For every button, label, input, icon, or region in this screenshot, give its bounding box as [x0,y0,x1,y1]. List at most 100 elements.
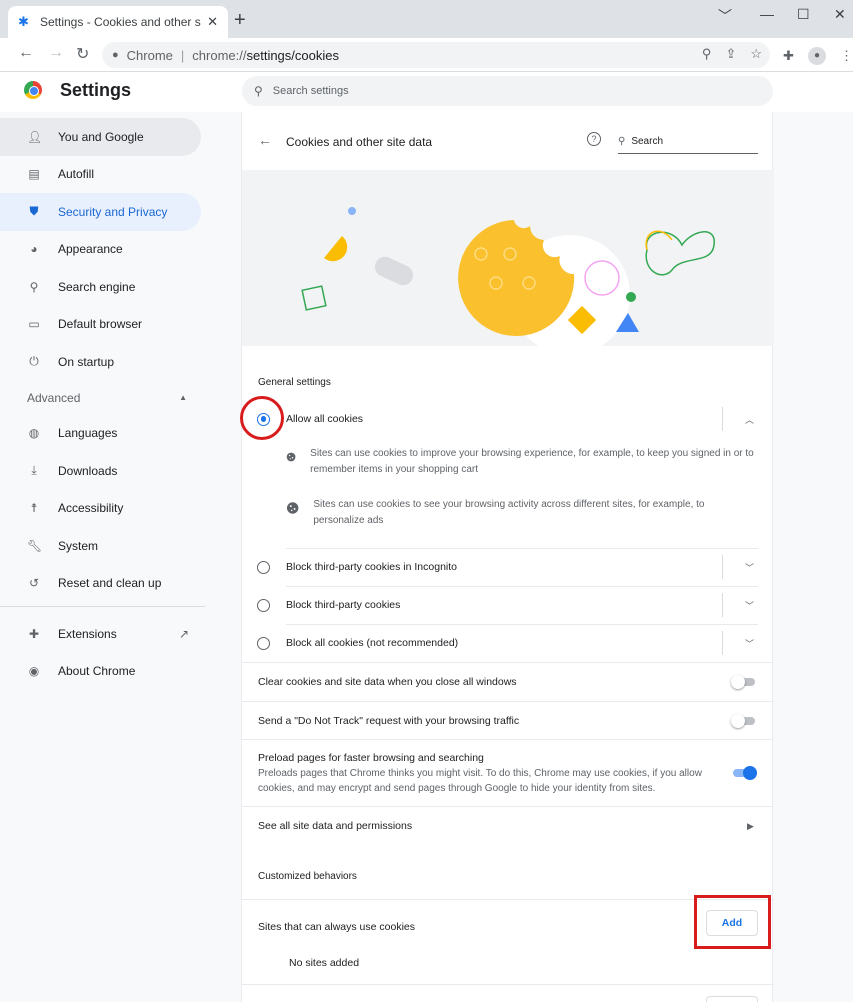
minimize-button[interactable]: — [760,6,774,22]
reload-icon[interactable]: ↻ [76,44,89,64]
sidebar-item-on-startup[interactable]: ⏻ On startup [0,343,201,381]
search-icon: ⚲ [29,279,39,294]
avatar-icon: ● [808,46,826,65]
block-all-radio[interactable] [257,636,270,650]
sidebar-item-search-engine[interactable]: ⚲ Search engine [0,268,201,306]
sidebar-item-you-and-google[interactable]: 👤︎ You and Google [0,118,201,156]
settings-search[interactable]: ⚲ [242,76,773,106]
sidebar-item-label: Accessibility [58,501,124,516]
description-text: Sites can use cookies to see your browsi… [313,499,705,526]
tab-search-icon[interactable]: ﹀ [718,6,732,26]
sidebar-item-reset-and-clean-up[interactable]: ↺ Reset and clean up [0,565,201,603]
address-bar[interactable]: ● Chrome | chrome:// settings/cookies ⚲ … [102,42,770,68]
sidebar-item-label: Search engine [58,279,136,294]
chrome-logo-icon [24,81,42,99]
download-icon: ⤓ [31,463,37,478]
allow-all-description-1: Sites can use cookies to improve your br… [286,446,756,478]
url-scheme: chrome:// [192,47,247,63]
allow-all-cookies-option[interactable]: Allow all cookies ︿ [242,400,774,438]
sidebar-item-label: Downloads [58,463,118,478]
chevron-down-icon[interactable]: ﹀ [745,599,754,612]
sidebar-divider [0,606,205,607]
sidebar-item-extensions[interactable]: ✚ Extensions ↗ [0,615,201,653]
page-title: Settings [60,80,132,100]
block-incognito-option[interactable]: Block third-party cookies in Incognito ﹀ [242,548,774,586]
wrench-icon: 🔧︎ [27,538,43,553]
bookmark-star-icon[interactable]: ☆ [750,46,762,62]
do-not-track-toggle[interactable] [731,714,755,728]
sidebar-advanced-toggle[interactable]: Advanced ▲ [0,381,201,415]
sidebar-item-languages[interactable]: ◍ Languages [0,415,201,453]
block-all-label: Block all cookies (not recommended) [286,637,459,649]
tab-close-icon[interactable]: ✕ [207,14,218,30]
settings-gear-icon: ✱ [18,14,29,29]
shield-icon: ⛊ [29,204,39,219]
browser-tab[interactable]: ✱ Settings - Cookies and other site ✕ [8,6,228,38]
site-label: Chrome [126,47,173,63]
sidebar-item-about-chrome[interactable]: ◉ About Chrome [0,653,201,691]
allow-all-description-2: Sites can use cookies to see your browsi… [286,497,756,529]
maximize-button[interactable]: ☐ [797,6,810,23]
block-third-party-option[interactable]: Block third-party cookies ﹀ [242,586,774,624]
clear-on-exit-row[interactable]: Clear cookies and site data when you clo… [242,663,774,701]
help-icon[interactable]: ? [587,132,601,146]
no-sites-label: No sites added [289,957,360,969]
back-icon[interactable]: ← [18,44,34,62]
subpage-search-input[interactable] [631,136,742,147]
clipboard-icon: ▤ [28,167,40,182]
new-tab-button[interactable]: + [234,10,246,30]
preload-pages-label: Preload pages for faster browsing and se… [258,752,484,764]
share-icon[interactable]: ⇪ [725,46,736,62]
sidebar-item-label: About Chrome [58,664,136,679]
sidebar-item-label: You and Google [58,129,144,144]
block-third-party-label: Block third-party cookies [286,599,401,611]
block-all-option[interactable]: Block all cookies (not recommended) ﹀ [242,624,774,662]
power-icon: ⏻ [29,354,39,369]
sidebar-item-label: On startup [58,354,115,369]
preload-pages-description: Preloads pages that Chrome thinks you mi… [258,768,702,794]
sidebar-item-security-and-privacy[interactable]: ⛊ Security and Privacy [0,193,201,231]
forward-icon[interactable]: → [48,44,64,62]
sidebar-item-accessibility[interactable]: ☨ Accessibility [0,490,201,528]
back-arrow-icon[interactable]: ← [258,132,272,148]
settings-search-input[interactable] [272,85,673,97]
chevron-down-icon[interactable]: ﹀ [745,561,754,574]
subpage-search[interactable]: ⚲ [618,130,758,154]
cookie-illustration-graphic [301,207,715,346]
tab-title: Settings - Cookies and other site [40,15,202,29]
clear-on-exit-toggle[interactable] [731,675,755,689]
accessibility-icon: ☨ [30,501,38,516]
advanced-label: Advanced [27,390,81,405]
zoom-icon[interactable]: ⚲ [702,46,712,62]
search-icon: ⚲ [618,136,626,147]
chevron-up-icon[interactable]: ︿ [745,413,754,426]
next-section-button[interactable] [706,996,758,1002]
block-third-party-radio[interactable] [257,598,270,612]
row-divider [722,631,723,655]
see-all-site-data-row[interactable]: See all site data and permissions ▶ [242,807,774,845]
chevron-down-icon[interactable]: ﹀ [745,637,754,650]
close-window-button[interactable]: ✕ [834,6,846,23]
sidebar-item-label: System [58,538,99,553]
sidebar-item-default-browser[interactable]: ▭ Default browser [0,306,201,344]
extensions-puzzle-icon[interactable]: ✚ [783,48,794,64]
profile-button[interactable]: ● [808,46,826,65]
settings-header: Settings ⚲ [0,72,853,112]
block-incognito-radio[interactable] [257,560,270,574]
sidebar-item-label: Extensions [58,626,117,641]
cookie-icon [286,452,296,462]
menu-dots-icon[interactable]: ⋮ [840,48,853,64]
cookie-icon [286,502,299,514]
sidebar-item-label: Appearance [58,242,123,257]
chrome-icon: ◉ [28,664,40,679]
sidebar-item-label: Default browser [58,317,143,332]
do-not-track-row[interactable]: Send a "Do Not Track" request with your … [242,702,774,740]
highlight-box [694,895,771,949]
sidebar-item-autofill[interactable]: ▤ Autofill [0,156,201,194]
sidebar-item-label: Autofill [58,167,95,182]
preload-pages-row[interactable]: Preload pages for faster browsing and se… [242,740,774,806]
sidebar-item-downloads[interactable]: ⤓ Downloads [0,452,201,490]
sidebar-item-system[interactable]: 🔧︎ System [0,527,201,565]
sidebar-item-appearance[interactable]: ◕ Appearance [0,231,201,269]
preload-pages-toggle[interactable] [733,766,757,780]
